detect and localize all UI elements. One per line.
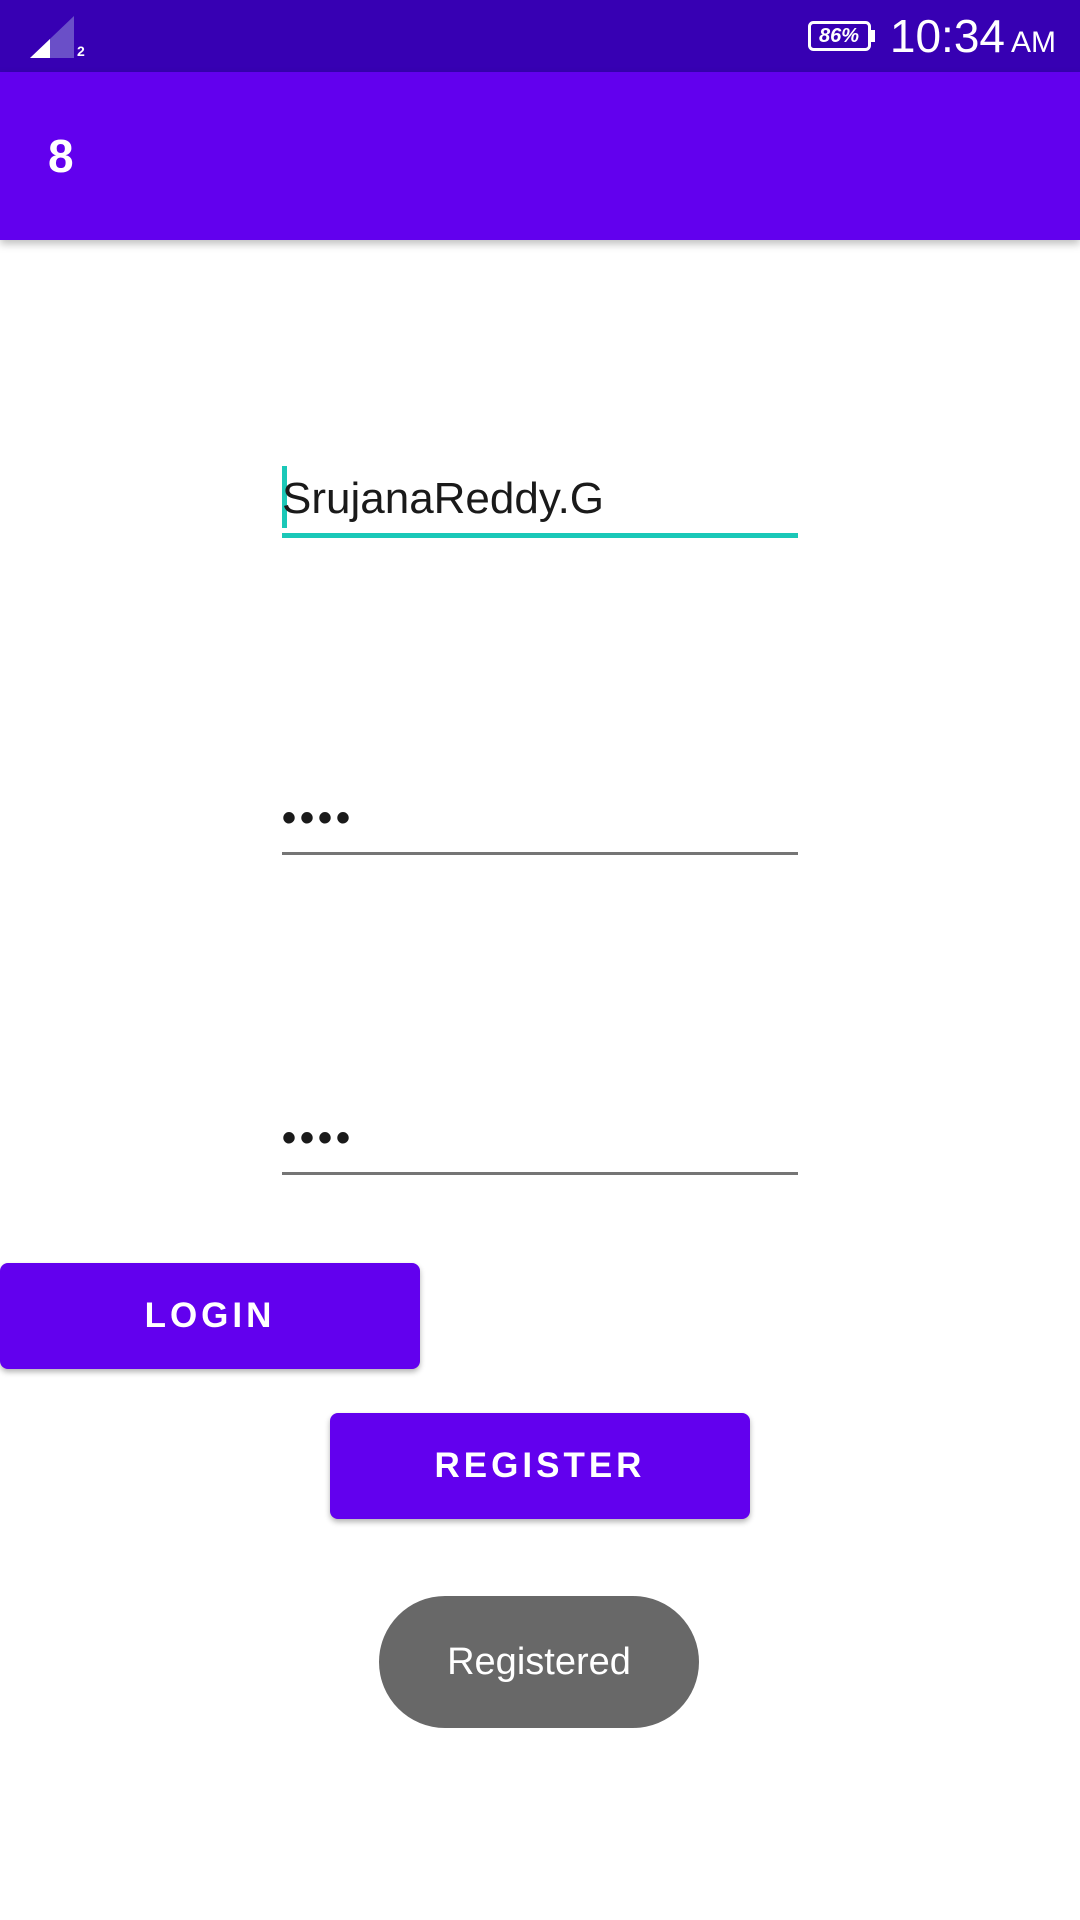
battery-level: 86% <box>818 25 860 47</box>
app-bar: 8 <box>0 72 1080 240</box>
cellular-signal-icon <box>30 16 74 58</box>
username-field[interactable]: SrujanaReddy.G <box>282 462 798 540</box>
confirm-password-underline <box>282 1172 798 1175</box>
status-clock: 10:34 AM <box>890 10 1056 62</box>
status-bar: 2 86% 10:34 AM <box>0 0 1080 72</box>
app-title: 8 <box>48 130 74 182</box>
username-underline <box>282 533 798 538</box>
username-value: SrujanaReddy.G <box>282 474 605 523</box>
screen: 2 86% 10:34 AM 8 SrujanaReddy.G •••• ••••… <box>0 0 1080 1920</box>
clock-time: 10:34 <box>889 10 1005 62</box>
confirm-password-value: •••• <box>282 1116 355 1160</box>
password-field[interactable]: •••• <box>282 786 798 856</box>
password-underline <box>282 852 798 855</box>
password-value: •••• <box>282 796 355 840</box>
login-button[interactable]: LOGIN <box>0 1263 420 1369</box>
confirm-password-field[interactable]: •••• <box>282 1106 798 1176</box>
toast-message: Registered <box>379 1596 699 1728</box>
sim-number: 2 <box>77 43 85 59</box>
register-button[interactable]: REGISTER <box>330 1413 750 1519</box>
clock-ampm: AM <box>1011 26 1056 59</box>
